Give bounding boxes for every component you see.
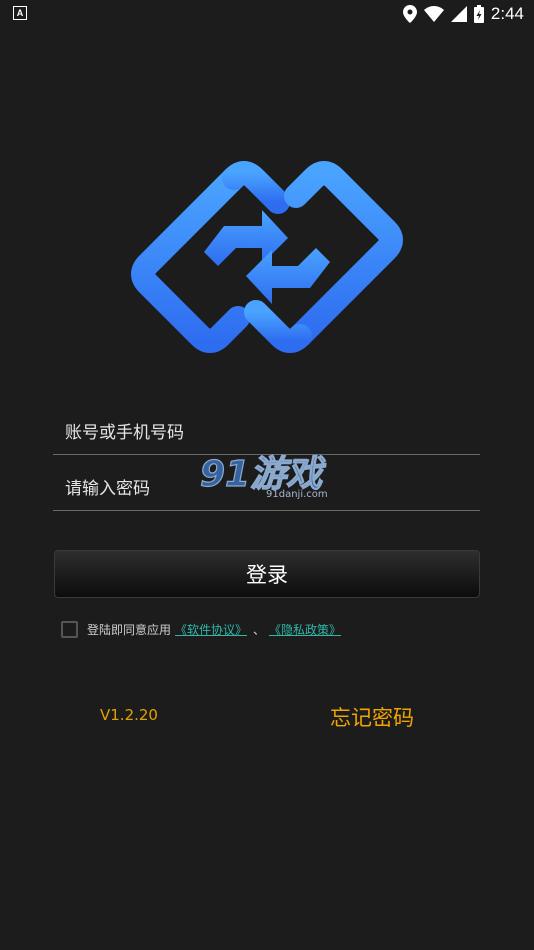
login-button[interactable]: 登录 xyxy=(54,550,480,598)
a-notification-icon: A xyxy=(13,6,27,20)
location-icon xyxy=(402,5,417,23)
watermark-subtext: 91danji.com xyxy=(266,489,328,500)
link-separator: 、 xyxy=(253,623,266,637)
status-bar: A 2:44 xyxy=(0,0,534,28)
agree-checkbox[interactable] xyxy=(61,621,78,638)
forgot-password-link[interactable]: 忘记密码 xyxy=(330,702,414,732)
agree-text: 登陆即同意应用 xyxy=(87,623,172,637)
status-icons: 2:44 xyxy=(402,4,524,24)
account-field[interactable] xyxy=(53,398,480,455)
clock-time: 2:44 xyxy=(490,4,524,23)
login-button-label: 登录 xyxy=(246,563,288,587)
watermark-logo: 91游戏 91danji.com xyxy=(199,453,328,500)
account-input[interactable] xyxy=(63,422,467,444)
battery-charging-icon xyxy=(473,5,484,23)
privacy-link[interactable]: 《隐私政策》 xyxy=(269,621,341,638)
terms-link[interactable]: 《软件协议》 xyxy=(175,621,247,638)
app-logo xyxy=(131,161,403,353)
agreement-row: 登陆即同意应用 《软件协议》 、 《隐私政策》 xyxy=(61,621,341,638)
wifi-icon xyxy=(423,6,444,22)
signal-icon xyxy=(450,6,467,22)
version-label: V1.2.20 xyxy=(100,706,158,724)
